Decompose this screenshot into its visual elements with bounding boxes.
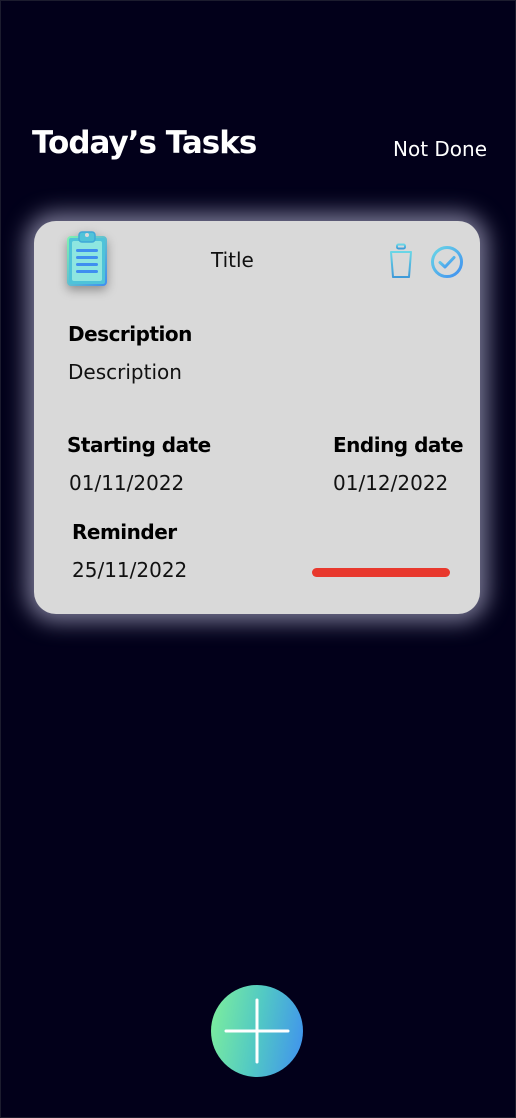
description-value: Description [68,360,182,384]
description-label: Description [68,322,192,346]
end-date-value: 01/12/2022 [333,471,449,495]
check-circle-icon[interactable] [430,245,464,279]
priority-indicator [312,568,450,577]
trash-icon[interactable] [386,243,416,279]
task-title: Title [211,248,254,272]
reminder-value: 25/11/2022 [72,558,188,582]
add-task-button[interactable] [211,985,303,1077]
filter-not-done-button[interactable]: Not Done [393,137,487,161]
page-title: Today’s Tasks [32,125,257,161]
end-date-label: Ending date [333,433,464,457]
start-date-label: Starting date [67,433,211,457]
start-date-value: 01/11/2022 [69,471,185,495]
task-card[interactable]: Title Description Description Starting d… [34,221,480,614]
app-screen: Today’s Tasks Not Done Title Description… [0,0,516,1118]
plus-icon [224,998,290,1064]
clipboard-icon [64,229,112,293]
reminder-label: Reminder [72,520,177,544]
